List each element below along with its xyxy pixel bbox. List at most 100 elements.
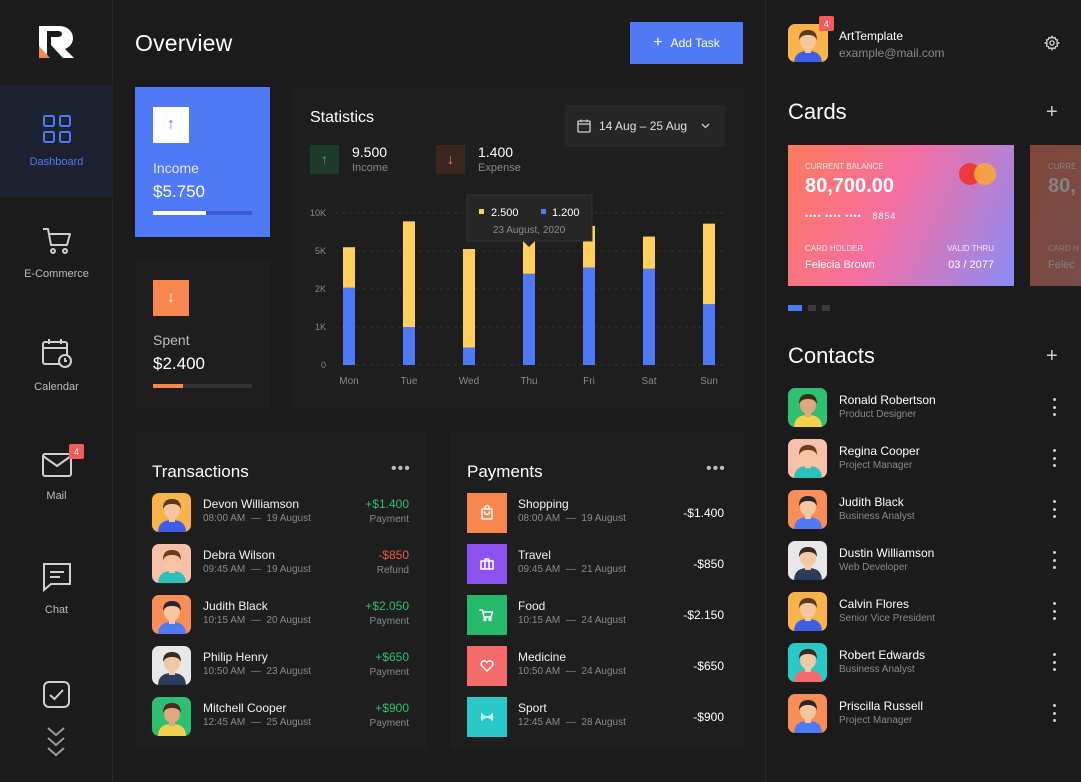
payment-name: Shopping — [518, 497, 569, 511]
x-tick-label: Thu — [520, 376, 537, 387]
transaction-status: Payment — [369, 718, 409, 729]
payment-date: 24 August — [581, 615, 626, 626]
more-vertical-icon[interactable] — [1051, 449, 1057, 467]
add-card-button[interactable]: + — [1046, 102, 1058, 122]
more-vertical-icon[interactable] — [1051, 653, 1057, 671]
transaction-datetime: 10:50 AM — 23 August — [203, 666, 311, 677]
transaction-datetime: 08:00 AM — 19 August — [203, 513, 311, 524]
income-label: Income — [153, 160, 199, 176]
transaction-date: 23 August — [266, 666, 311, 677]
contact-item[interactable]: Judith Black Business Analyst — [788, 490, 1068, 530]
sidebar: Dashboard E-Commerce Calendar 4 Mail Cha… — [0, 0, 113, 782]
transaction-row[interactable]: Devon Williamson 08:00 AM — 19 August +$1.… — [152, 493, 409, 533]
sidebar-item-mail[interactable]: 4 Mail — [0, 421, 113, 533]
tooltip-expense: 1.200 — [552, 207, 580, 219]
income-card[interactable]: ↑ Income $5.750 — [135, 87, 270, 237]
transaction-name: Judith Black — [203, 599, 268, 613]
more-icon[interactable]: ••• — [706, 460, 726, 478]
avatar-image — [788, 592, 827, 631]
contact-item[interactable]: Dustin Williamson Web Developer — [788, 541, 1068, 581]
bar-thu-0[interactable] — [523, 273, 535, 365]
mail-icon — [41, 453, 72, 477]
pagination-dot[interactable] — [808, 305, 816, 311]
bar-fri-0[interactable] — [583, 267, 595, 365]
contact-name: Priscilla Russell — [839, 699, 924, 713]
credit-card[interactable]: CURRENT BALANCE 80,700.00 •••• •••• ••••… — [788, 145, 1014, 286]
contact-name: Calvin Flores — [839, 597, 910, 611]
payment-amount: -$900 — [693, 710, 724, 724]
transaction-row[interactable]: Judith Black 10:15 AM — 20 August +$2.050 P… — [152, 595, 409, 635]
spent-card[interactable]: ↓ Spent $2.400 — [135, 262, 270, 409]
payments-panel: Payments ••• Shopping 08:00 AM — 19 Augus… — [450, 432, 743, 750]
payment-time: 08:00 AM — [518, 513, 561, 524]
bar-sun-1[interactable] — [703, 223, 715, 305]
spent-label: Spent — [153, 332, 190, 348]
payment-row[interactable]: Food 10:15 AM — 24 August -$2.150 — [467, 595, 724, 635]
payment-row[interactable]: Sport 12:45 AM — 28 August -$900 — [467, 697, 724, 737]
payment-icon — [467, 697, 507, 737]
transaction-row[interactable]: Debra Wilson 09:45 AM — 19 August -$850 Ref… — [152, 544, 409, 584]
avatar — [788, 694, 827, 733]
more-vertical-icon[interactable] — [1051, 704, 1057, 722]
bar-sat-1[interactable] — [643, 236, 655, 269]
contact-name: Ronald Robertson — [839, 393, 936, 407]
more-vertical-icon[interactable] — [1051, 500, 1057, 518]
avatar-image — [152, 646, 191, 685]
x-tick-label: Sat — [641, 376, 656, 387]
pagination-dot-active[interactable] — [788, 305, 802, 311]
add-contact-button[interactable]: + — [1046, 346, 1058, 366]
payments-title: Payments — [467, 462, 543, 481]
tooltip-income-swatch — [479, 209, 484, 214]
payment-amount: -$1.400 — [683, 506, 724, 520]
add-task-button[interactable]: + Add Task — [630, 22, 743, 64]
transactions-title: Transactions — [152, 462, 249, 481]
bar-sun-0[interactable] — [703, 304, 715, 365]
contact-item[interactable]: Calvin Flores Senior Vice President — [788, 592, 1068, 632]
payment-name: Food — [518, 599, 546, 613]
transaction-row[interactable]: Mitchell Cooper 12:45 AM — 25 August +$900… — [152, 697, 409, 737]
chevron-down-icon[interactable] — [46, 726, 66, 758]
checkbox-icon[interactable] — [42, 680, 71, 709]
x-tick-label: Fri — [583, 376, 595, 387]
payment-time: 12:45 AM — [518, 717, 561, 728]
contact-item[interactable]: Robert Edwards Business Analyst — [788, 643, 1068, 683]
avatar-image — [152, 544, 191, 583]
more-vertical-icon[interactable] — [1051, 398, 1057, 416]
payment-row[interactable]: Shopping 08:00 AM — 19 August -$1.400 — [467, 493, 724, 533]
more-vertical-icon[interactable] — [1051, 551, 1057, 569]
payment-icon — [467, 646, 507, 686]
sidebar-item-dashboard[interactable]: Dashboard — [0, 85, 113, 197]
contact-item[interactable]: Regina Cooper Project Manager — [788, 439, 1068, 479]
transaction-amount: +$650 — [375, 650, 409, 664]
bar-wed-1[interactable] — [463, 249, 475, 348]
bar-sat-0[interactable] — [643, 268, 655, 365]
sidebar-item-label: Calendar — [34, 381, 79, 393]
mail-badge: 4 — [69, 444, 84, 459]
sidebar-item-e-commerce[interactable]: E-Commerce — [0, 197, 113, 309]
tooltip-income: 2.500 — [491, 207, 519, 219]
contact-item[interactable]: Ronald Robertson Product Designer — [788, 388, 1068, 428]
mastercard-logo — [959, 163, 996, 185]
gear-icon[interactable] — [1044, 35, 1060, 51]
payment-date: 28 August — [581, 717, 626, 728]
bar-tue-1[interactable] — [403, 221, 415, 327]
chat-icon — [42, 563, 71, 592]
bar-mon-1[interactable] — [343, 247, 355, 288]
more-vertical-icon[interactable] — [1051, 602, 1057, 620]
payment-row[interactable]: Medicine 10:50 AM — 24 August -$650 — [467, 646, 724, 686]
bar-wed-0[interactable] — [463, 347, 475, 365]
avatar-image — [152, 493, 191, 532]
more-icon[interactable]: ••• — [391, 460, 411, 478]
sidebar-item-chat[interactable]: Chat — [0, 533, 113, 645]
sidebar-item-calendar[interactable]: Calendar — [0, 309, 113, 421]
bar-mon-0[interactable] — [343, 287, 355, 365]
contact-item[interactable]: Priscilla Russell Project Manager — [788, 694, 1068, 734]
bar-tue-0[interactable] — [403, 327, 415, 365]
calendar-icon — [41, 339, 72, 368]
credit-card-next[interactable]: CURRE 80, CARD H Felec — [1030, 145, 1081, 286]
x-tick-label: Sun — [700, 376, 718, 387]
pagination-dot[interactable] — [822, 305, 830, 311]
cards-title: Cards — [788, 99, 847, 124]
payment-row[interactable]: Travel 09:45 AM — 21 August -$850 — [467, 544, 724, 584]
transaction-row[interactable]: Philip Henry 10:50 AM — 23 August +$650 Pay… — [152, 646, 409, 686]
